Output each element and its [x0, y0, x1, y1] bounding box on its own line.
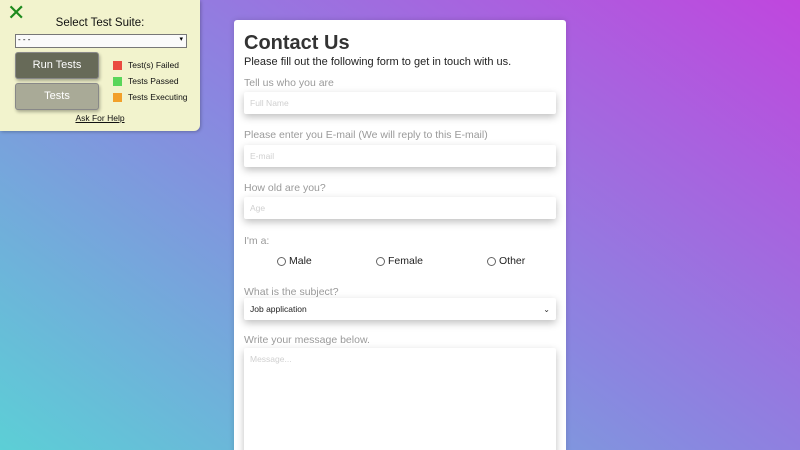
legend-item-passed: Tests Passed	[113, 73, 188, 89]
test-panel: ✕ Select Test Suite: - - - ▾ Run Tests T…	[0, 0, 200, 131]
radio-label-male: Male	[289, 255, 312, 267]
gender-option-female[interactable]: Female	[376, 255, 423, 267]
legend-label-passed: Tests Passed	[128, 76, 179, 86]
message-textarea[interactable]	[244, 348, 556, 450]
gender-option-male[interactable]: Male	[277, 255, 312, 267]
executing-swatch	[113, 92, 122, 102]
test-suite-select[interactable]: - - - ▾	[15, 34, 187, 48]
email-label: Please enter you E-mail (We will reply t…	[244, 129, 488, 141]
tests-button[interactable]: Tests	[15, 83, 99, 110]
contact-form-card: Contact Us Please fill out the following…	[234, 20, 566, 450]
gender-option-other[interactable]: Other	[487, 255, 525, 267]
legend-label-failed: Test(s) Failed	[128, 60, 180, 70]
failed-swatch	[113, 60, 122, 70]
ask-for-help-link[interactable]: Ask For Help	[0, 113, 200, 123]
run-tests-button[interactable]: Run Tests	[15, 52, 99, 79]
full-name-input[interactable]	[244, 92, 556, 114]
radio-female[interactable]	[376, 256, 385, 266]
legend-item-executing: Tests Executing	[113, 89, 188, 105]
chevron-down-icon: ⌄	[543, 304, 550, 314]
gender-label: I'm a:	[244, 235, 270, 247]
chevron-down-icon: ▾	[179, 36, 183, 43]
legend-label-executing: Tests Executing	[128, 92, 188, 102]
age-label: How old are you?	[244, 182, 326, 194]
subject-select-value: Job application	[250, 304, 307, 314]
radio-label-other: Other	[499, 255, 526, 267]
passed-swatch	[113, 76, 122, 86]
subject-label: What is the subject?	[244, 286, 339, 298]
radio-label-female: Female	[388, 255, 424, 267]
radio-other[interactable]	[487, 256, 496, 266]
email-input[interactable]	[244, 145, 556, 167]
subject-select[interactable]: Job application ⌄	[244, 298, 556, 320]
form-subtitle: Please fill out the following form to ge…	[244, 56, 512, 68]
form-title: Contact Us	[244, 32, 350, 54]
suite-title: Select Test Suite:	[55, 17, 145, 29]
name-label: Tell us who you are	[244, 77, 334, 89]
test-suite-select-value: - - -	[18, 35, 31, 44]
age-input[interactable]	[244, 197, 556, 219]
message-label: Write your message below.	[244, 334, 370, 346]
radio-male[interactable]	[277, 256, 286, 266]
status-legend: Test(s) Failed Tests Passed Tests Execut…	[113, 57, 188, 105]
legend-item-failed: Test(s) Failed	[113, 57, 188, 73]
